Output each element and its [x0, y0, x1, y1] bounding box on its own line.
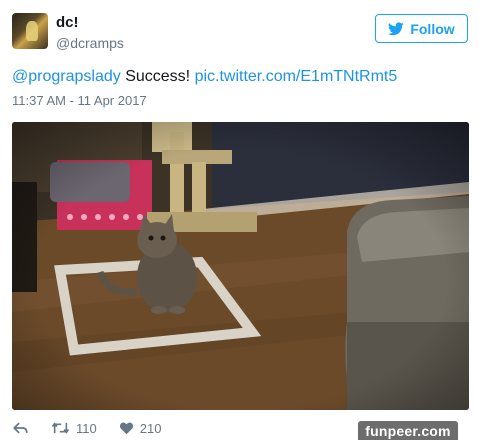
cat-photo-illustration: [12, 122, 469, 410]
reply-icon: [13, 422, 28, 434]
user-display-name[interactable]: dc!: [56, 14, 79, 32]
tweet-photo[interactable]: [12, 122, 469, 410]
mention-link[interactable]: @prograpslady: [12, 68, 121, 85]
retweet-icon: [51, 422, 70, 434]
reply-button[interactable]: [12, 421, 29, 435]
retweet-button[interactable]: 110: [51, 421, 97, 436]
heart-icon: [119, 422, 133, 435]
like-button[interactable]: 210: [119, 420, 162, 436]
pic-link[interactable]: pic.twitter.com/E1mTNtRmt5: [195, 68, 398, 85]
tweet-text: @prograpslady Success! pic.twitter.com/E…: [12, 66, 472, 88]
tweet-actions: 110 210: [12, 418, 183, 438]
tweet-timestamp[interactable]: 11:37 AM - 11 Apr 2017: [12, 92, 147, 110]
retweet-count: 110: [76, 420, 97, 436]
site-watermark: funpeer.com: [358, 421, 458, 440]
twitter-bird-icon: [388, 21, 405, 35]
user-avatar[interactable]: [12, 13, 48, 49]
like-count: 210: [139, 420, 162, 436]
follow-button-label: Follow: [410, 20, 455, 37]
follow-button[interactable]: Follow: [375, 14, 468, 43]
user-handle[interactable]: @dcramps: [56, 34, 124, 52]
tweet-body: Success!: [120, 68, 195, 85]
